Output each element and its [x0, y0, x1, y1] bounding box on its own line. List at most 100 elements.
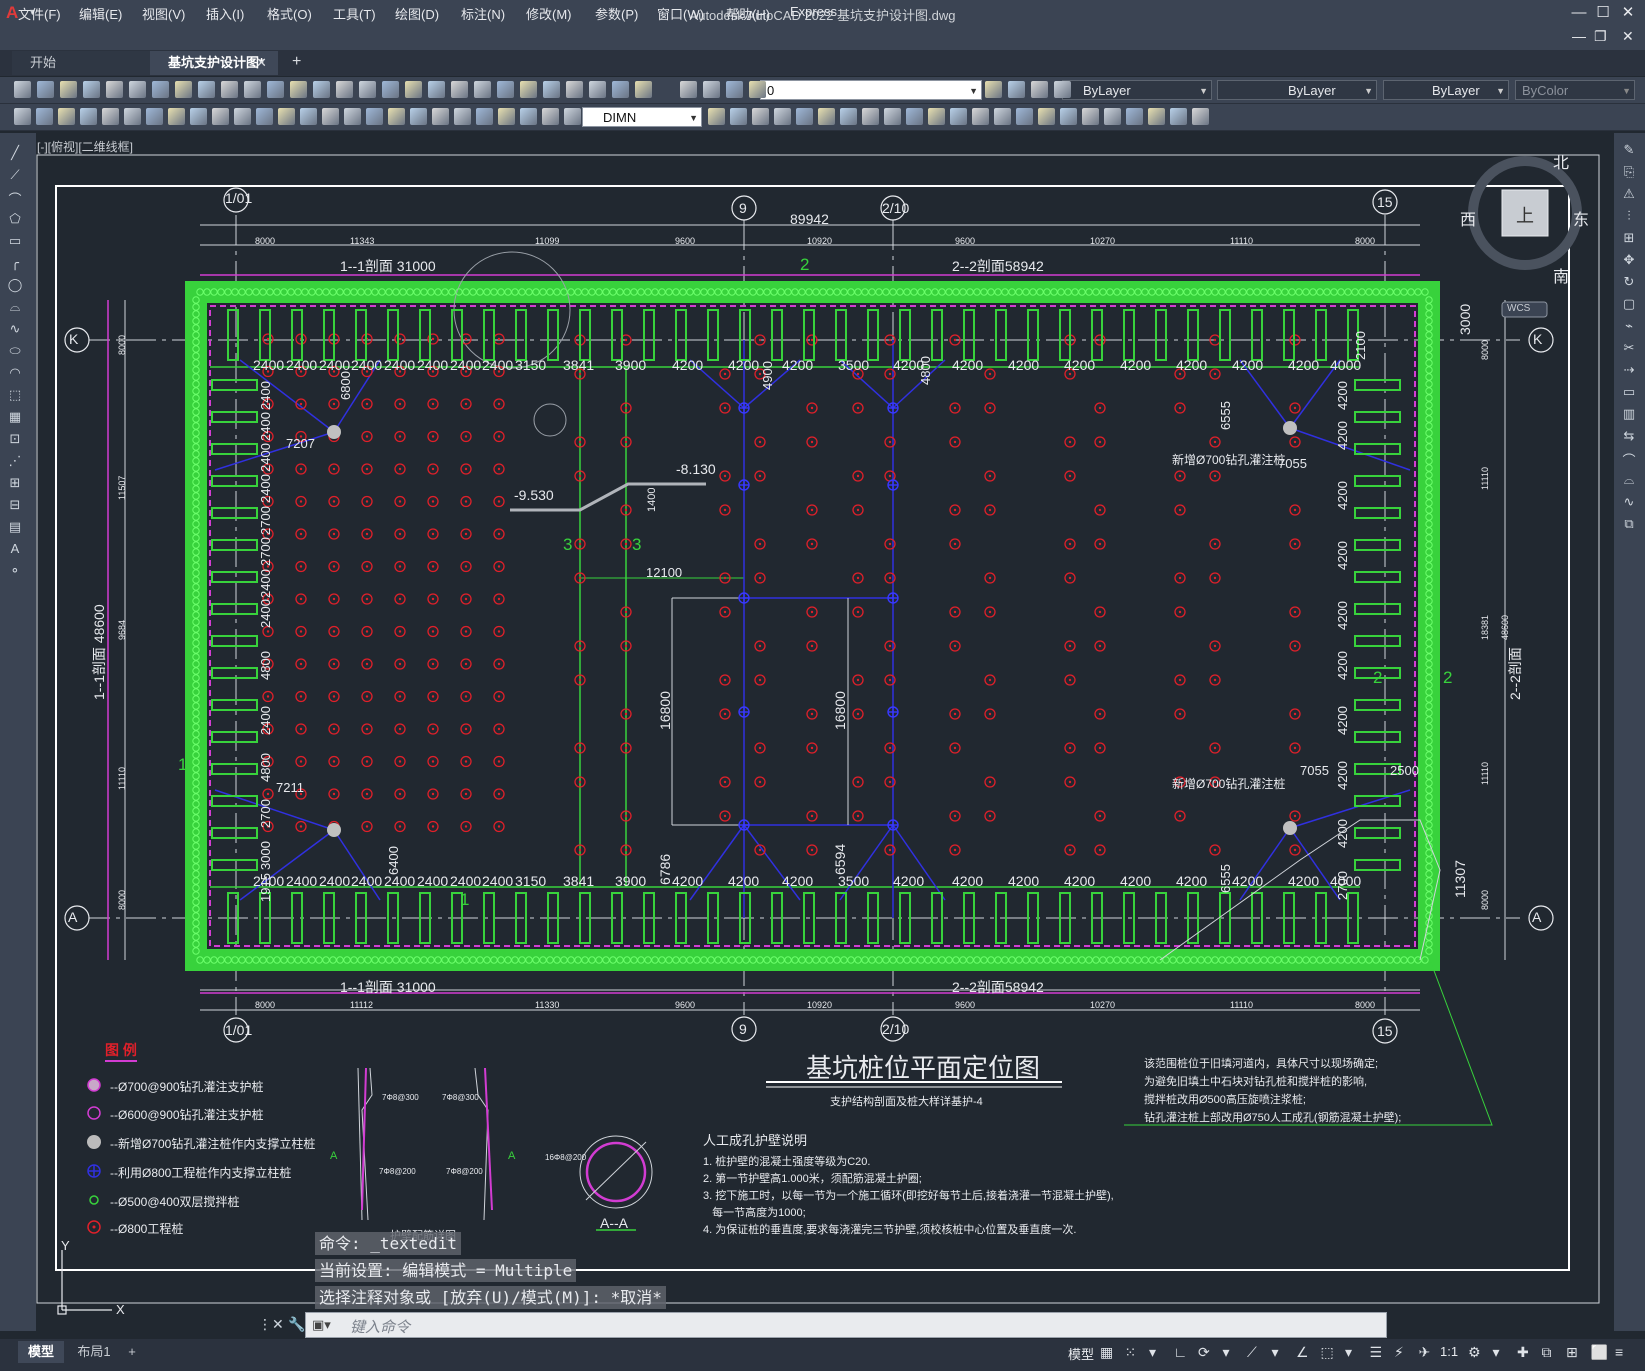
toolbar-tool-icon[interactable]: [322, 108, 339, 125]
toolbar-tool-icon[interactable]: [474, 81, 491, 98]
draw-tool-icon[interactable]: ⬠: [6, 211, 24, 227]
toolbar-tool-icon[interactable]: [124, 108, 141, 125]
toolbar-tool-icon[interactable]: [336, 81, 353, 98]
modify-tool-icon[interactable]: ▢: [1620, 296, 1638, 312]
draw-tool-icon[interactable]: ╭: [6, 255, 24, 271]
draw-tool-icon[interactable]: ⬭: [6, 343, 24, 359]
modify-tool-icon[interactable]: ⇆: [1620, 428, 1638, 444]
toolbar-tool-icon[interactable]: [543, 81, 560, 98]
status-toggle-icon[interactable]: ▾: [1223, 1344, 1230, 1361]
toolbar-tool-icon[interactable]: [80, 108, 97, 125]
toolbar-tool-icon[interactable]: [382, 81, 399, 98]
annotation-scale[interactable]: 1:1: [1440, 1344, 1458, 1359]
toolbar-tool-icon[interactable]: [1148, 108, 1165, 125]
status-toggle-icon[interactable]: ▾: [1345, 1344, 1352, 1361]
draw-tool-icon[interactable]: ⌒: [6, 189, 24, 207]
toolbar-tool-icon[interactable]: [313, 81, 330, 98]
toolbar-tool-icon[interactable]: [152, 81, 169, 98]
toolbar-tool-icon[interactable]: [476, 108, 493, 125]
toolbar-tool-icon[interactable]: [1008, 81, 1025, 98]
viewcube-west[interactable]: 西: [1460, 206, 1476, 230]
status-toggle-icon[interactable]: ☰: [1370, 1344, 1383, 1361]
toolbar-tool-icon[interactable]: [14, 108, 31, 125]
draw-tool-icon[interactable]: ⬚: [6, 387, 24, 403]
toolbar-tool-icon[interactable]: [566, 81, 583, 98]
toolbar-tool-icon[interactable]: [106, 81, 123, 98]
toolbar-tool-icon[interactable]: [497, 81, 514, 98]
toolbar-tool-icon[interactable]: [366, 108, 383, 125]
toolbar-tool-icon[interactable]: [726, 81, 743, 98]
toolbar-tool-icon[interactable]: [410, 108, 427, 125]
toolbar-tool-icon[interactable]: [635, 81, 652, 98]
toolbar-tool-icon[interactable]: [796, 108, 813, 125]
modify-tool-icon[interactable]: ∿: [1620, 494, 1638, 510]
toolbar-tool-icon[interactable]: [612, 81, 629, 98]
command-line[interactable]: ▣▾ 键入命令: [305, 1312, 1387, 1338]
status-toggle-icon[interactable]: ▾: [1272, 1344, 1279, 1361]
viewcube-east[interactable]: 东: [1573, 206, 1589, 230]
status-toggle-icon[interactable]: ⊞: [1566, 1344, 1578, 1361]
toolbar-tool-icon[interactable]: [451, 81, 468, 98]
status-toggle-icon[interactable]: ∠: [1296, 1344, 1309, 1361]
modify-tool-icon[interactable]: ✂: [1620, 340, 1638, 356]
toolbar-tool-icon[interactable]: [36, 108, 53, 125]
toolbar-tool-icon[interactable]: [752, 108, 769, 125]
toolbar-tool-icon[interactable]: [1031, 81, 1048, 98]
draw-tool-icon[interactable]: ⟋: [6, 167, 24, 183]
status-toggle-icon[interactable]: ≡: [1615, 1344, 1623, 1360]
draw-tool-icon[interactable]: ▦: [6, 409, 24, 425]
toolbar-tool-icon[interactable]: [862, 108, 879, 125]
status-toggle-icon[interactable]: ✈: [1419, 1344, 1431, 1361]
toolbar-tool-icon[interactable]: [1016, 108, 1033, 125]
modify-tool-icon[interactable]: ⌓: [1620, 472, 1638, 488]
toolbar-tool-icon[interactable]: [1170, 108, 1187, 125]
status-toggle-icon[interactable]: ⟋: [1247, 1344, 1257, 1361]
toolbar-tool-icon[interactable]: [102, 108, 119, 125]
draw-tool-icon[interactable]: A: [6, 541, 24, 557]
tab-layout1[interactable]: 布局1: [68, 1341, 120, 1363]
status-toggle-icon[interactable]: ⁙: [1125, 1344, 1137, 1361]
toolbar-tool-icon[interactable]: [432, 108, 449, 125]
status-toggle-icon[interactable]: ⧉: [1542, 1344, 1552, 1361]
modify-tool-icon[interactable]: ⧉: [1620, 516, 1638, 532]
draw-tool-icon[interactable]: ⊟: [6, 497, 24, 513]
toolbar-tool-icon[interactable]: [405, 81, 422, 98]
modify-tool-icon[interactable]: ✥: [1620, 252, 1638, 268]
status-toggle-icon[interactable]: ⟳: [1198, 1344, 1210, 1361]
tab-model[interactable]: 模型: [18, 1341, 64, 1363]
draw-tool-icon[interactable]: ▭: [6, 233, 24, 249]
toolbar-tool-icon[interactable]: [1060, 108, 1077, 125]
toolbar-tool-icon[interactable]: [730, 108, 747, 125]
modify-tool-icon[interactable]: ✎: [1620, 142, 1638, 158]
toolbar-tool-icon[interactable]: [985, 81, 1002, 98]
status-toggle-icon[interactable]: ▾: [1493, 1344, 1500, 1361]
draw-tool-icon[interactable]: ⊞: [6, 475, 24, 491]
toolbar-tool-icon[interactable]: [1082, 108, 1099, 125]
modify-tool-icon[interactable]: ⌁: [1620, 318, 1638, 334]
viewcube-north[interactable]: 北: [1553, 149, 1569, 173]
toolbar-tool-icon[interactable]: [37, 81, 54, 98]
toolbar-tool-icon[interactable]: [520, 81, 537, 98]
command-recent-icon[interactable]: ▣▾: [312, 1317, 331, 1333]
toolbar-tool-icon[interactable]: [300, 108, 317, 125]
toolbar-tool-icon[interactable]: [542, 108, 559, 125]
toolbar-tool-icon[interactable]: [818, 108, 835, 125]
toolbar-tool-icon[interactable]: [454, 108, 471, 125]
toolbar-tool-icon[interactable]: [564, 108, 581, 125]
status-toggle-icon[interactable]: ⬚: [1321, 1344, 1334, 1361]
toolbar-tool-icon[interactable]: [190, 108, 207, 125]
status-toggle-icon[interactable]: ⬜: [1591, 1344, 1608, 1361]
toolbar-tool-icon[interactable]: [520, 108, 537, 125]
draw-tool-icon[interactable]: ⋰: [6, 453, 24, 469]
toolbar-tool-icon[interactable]: [884, 108, 901, 125]
toolbar-tool-icon[interactable]: [1126, 108, 1143, 125]
command-customize-icon[interactable]: 🔧: [288, 1316, 305, 1333]
model-space-button[interactable]: 模型: [1068, 1344, 1094, 1363]
toolbar-tool-icon[interactable]: [146, 108, 163, 125]
toolbar-tool-icon[interactable]: [1192, 108, 1209, 125]
toolbar-tool-icon[interactable]: [1104, 108, 1121, 125]
toolbar-tool-icon[interactable]: [498, 108, 515, 125]
toolbar-tool-icon[interactable]: [388, 108, 405, 125]
modify-tool-icon[interactable]: ▭: [1620, 384, 1638, 400]
toolbar-tool-icon[interactable]: [994, 108, 1011, 125]
